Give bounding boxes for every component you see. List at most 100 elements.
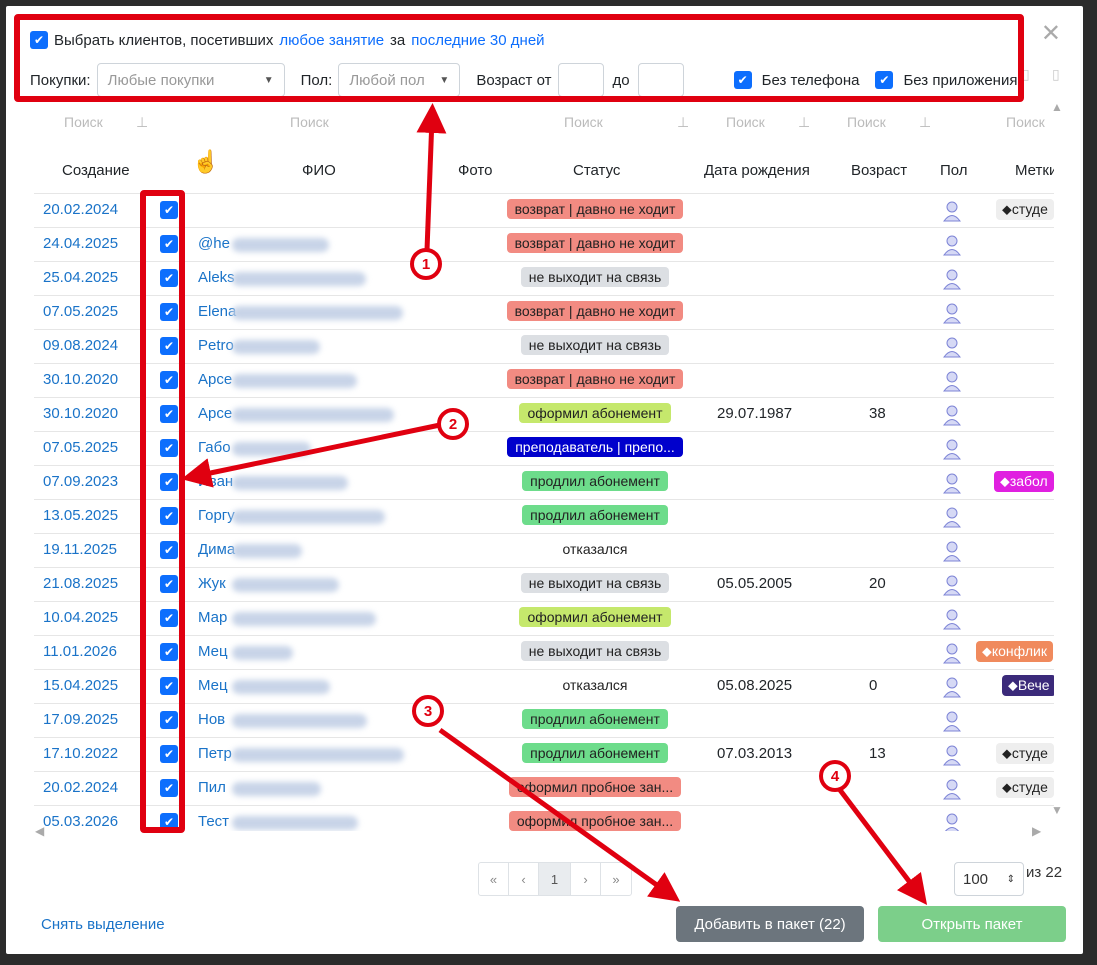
created-date[interactable]: 15.04.2025 [43,677,118,694]
client-name[interactable]: Габо [198,439,231,456]
created-date[interactable]: 07.05.2025 [43,439,118,456]
pin-icon[interactable]: ⊥ [798,114,810,131]
col-sex[interactable]: Пол [940,162,968,179]
col-birth[interactable]: Дата рождения [704,162,810,179]
tag-icon: ⬥ [1002,201,1012,217]
client-name[interactable]: @he [198,235,230,252]
created-date[interactable]: 07.05.2025 [43,303,118,320]
client-name[interactable]: Мар [198,609,227,626]
female-avatar-icon [942,438,962,464]
col-created[interactable]: Создание [62,162,130,179]
checkbox-highlight-box [140,190,185,833]
created-date[interactable]: 10.04.2025 [43,609,118,626]
client-name[interactable]: Арсе [198,405,232,422]
col-photo[interactable]: Фото [458,162,492,179]
tag-badge: ⬥ забол [994,471,1054,492]
tag-icon: ⬥ [1002,779,1012,795]
female-avatar-icon [942,710,962,736]
col-status[interactable]: Статус [573,162,620,179]
created-date[interactable]: 19.11.2025 [43,541,117,558]
client-name[interactable]: Иван [198,473,233,490]
table-row: 11.01.2026 ✔ Мец не выходит на связь ⬥ конфл… [34,635,1054,669]
client-name[interactable]: Petro [198,337,234,354]
created-date[interactable]: 30.10.2020 [43,371,118,388]
created-date[interactable]: 13.05.2025 [43,507,118,524]
client-name[interactable]: Мец [198,677,228,694]
blurred-name [232,476,348,490]
prev-page-button[interactable]: ‹ [509,863,539,895]
client-name[interactable]: Арсе [198,371,232,388]
col-age[interactable]: Возраст [851,162,907,179]
search-birth[interactable]: Поиск [726,114,765,130]
blurred-name [232,748,404,762]
birth-date: 05.05.2005 [717,575,793,592]
client-name[interactable]: Нов [198,711,225,728]
created-date[interactable]: 20.02.2024 [43,779,118,796]
female-avatar-icon [942,472,962,498]
created-date[interactable]: 21.08.2025 [43,575,118,592]
created-date[interactable]: 09.08.2024 [43,337,118,354]
per-page-select[interactable]: 100 ⇕ [954,862,1024,896]
open-package-button[interactable]: Открыть пакет [878,906,1066,942]
client-name[interactable]: Жук [198,575,226,592]
age-value: 0 [869,677,878,694]
close-icon[interactable]: ✕ [1041,22,1061,46]
status-badge: не выходит на связь [520,267,670,287]
status-cell: продлил абонемент [500,709,690,733]
search-tags[interactable]: Поиск [1006,114,1045,130]
created-date[interactable]: 11.01.2026 [43,643,117,660]
client-name[interactable]: Elena [198,303,236,320]
client-name[interactable]: Пил [198,779,226,796]
excel-file-icon[interactable]: ▯ [1052,66,1060,83]
add-to-package-button[interactable]: Добавить в пакет (22) [676,906,864,942]
per-page-value: 100 [963,870,989,888]
created-date[interactable]: 17.09.2025 [43,711,118,728]
clear-selection-link[interactable]: Снять выделение [41,916,165,933]
page-1-button[interactable]: 1 [539,863,571,895]
client-name[interactable]: Тест [198,813,229,830]
status-cell: оформил пробное зан... [500,777,690,801]
created-date[interactable]: 30.10.2020 [43,405,118,422]
tag-icon: ⬥ [1002,745,1012,761]
client-name[interactable]: Aleks [198,269,235,286]
female-avatar-icon [942,778,962,804]
pin-icon[interactable]: ⊥ [919,114,931,131]
blurred-name [232,408,394,422]
created-date[interactable]: 25.04.2025 [43,269,118,286]
search-status[interactable]: Поиск [564,114,603,130]
client-name[interactable]: Мец [198,643,228,660]
search-age[interactable]: Поиск [847,114,886,130]
first-page-button[interactable]: « [479,863,509,895]
tag-label: студе [1011,201,1048,217]
birth-date: 29.07.1987 [717,405,793,422]
pin-icon[interactable]: ⊥ [136,114,148,131]
created-date[interactable]: 07.09.2023 [43,473,118,490]
status-cell: не выходит на связь [500,267,690,291]
created-date[interactable]: 17.10.2022 [43,745,118,762]
next-page-button[interactable]: › [571,863,601,895]
pin-icon[interactable]: ⊥ [677,114,689,131]
created-date[interactable]: 20.02.2024 [43,201,118,218]
client-name[interactable]: Дима [198,541,235,558]
last-page-button[interactable]: » [601,863,631,895]
birth-date: 05.08.2025 [717,677,793,694]
status-cell: оформил абонемент [500,403,690,427]
created-date[interactable]: 05.03.2026 [43,813,118,830]
search-created[interactable]: Поиск [64,114,103,130]
tag-cell: ⬥ студе [996,777,1054,798]
col-tags[interactable]: Метки [1015,162,1054,179]
search-name[interactable]: Поиск [290,114,329,130]
blurred-name [232,510,385,524]
client-name[interactable]: Горгу [198,507,235,524]
blurred-name [232,238,329,252]
status-badge: оформил абонемент [519,403,671,423]
table-row: 07.05.2025 ✔ Габо преподаватель | препо... [34,431,1054,465]
callout-4: 4 [819,760,851,792]
female-avatar-icon [942,268,962,294]
created-date[interactable]: 24.04.2025 [43,235,118,252]
client-name[interactable]: Петр [198,745,232,762]
tag-cell: ⬥ студе [996,743,1054,764]
female-avatar-icon [942,540,962,566]
col-name[interactable]: ФИО [302,162,336,179]
status-badge: возврат | давно не ходит [506,369,684,389]
